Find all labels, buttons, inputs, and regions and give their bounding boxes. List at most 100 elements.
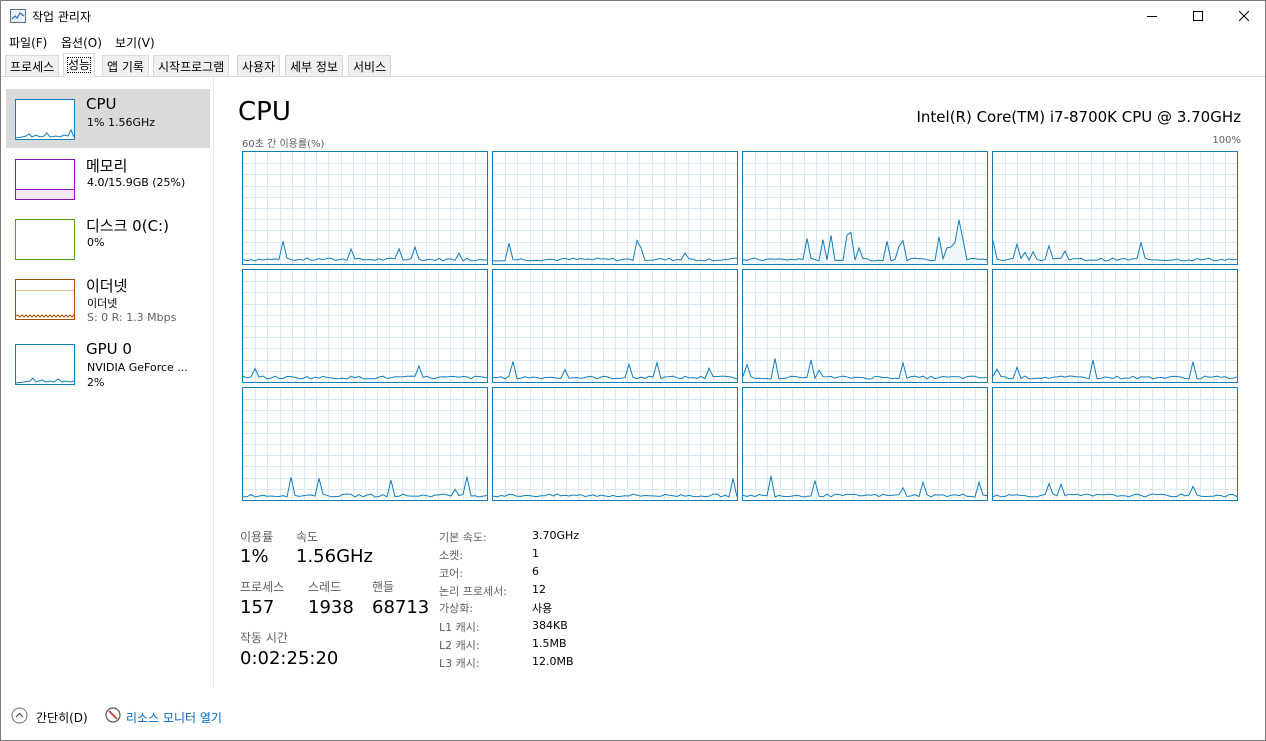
sidebar-item-gpu[interactable]: GPU 0 NVIDIA GeForce ... 2%: [6, 334, 210, 393]
logical-processor-graph: [242, 387, 488, 501]
speed-label: 속도: [296, 530, 319, 544]
gpu-mini-chart: [16, 377, 74, 384]
spec-label: 기본 속도:: [439, 531, 487, 544]
tab-app-history[interactable]: 앱 기록: [102, 55, 149, 76]
menu-options[interactable]: 옵션(O): [61, 34, 102, 51]
title-bar: 작업 관리자: [1, 1, 1265, 32]
footer-bar: 간단히(D) 리소스 모니터 열기: [1, 701, 1265, 731]
minimize-icon: [1147, 16, 1157, 17]
logical-processor-graph: [492, 151, 738, 265]
sidebar-cpu-title: CPU: [86, 95, 117, 113]
resource-monitor-icon: [105, 707, 121, 727]
processes-value: 157: [240, 597, 275, 618]
fewer-details-link[interactable]: 간단히(D): [36, 709, 88, 726]
tab-label: 성능: [66, 57, 92, 73]
minimize-button[interactable]: [1129, 1, 1175, 31]
sidebar-memory-title: 메모리: [86, 157, 128, 175]
sidebar-item-disk[interactable]: 디스크 0(C:) 0%: [6, 209, 210, 268]
graph-max-label: 100%: [1212, 135, 1241, 146]
tab-startup[interactable]: 시작프로그램: [153, 55, 230, 76]
spec-value: 6: [532, 565, 539, 578]
processes-label: 프로세스: [240, 580, 285, 594]
utilization-label: 이용률: [240, 530, 274, 544]
sidebar-item-cpu[interactable]: CPU 1% 1.56GHz: [6, 89, 210, 148]
chevron-up-icon[interactable]: [11, 707, 28, 728]
tab-label: 시작프로그램: [158, 60, 225, 74]
cpu-thumbnail-graph: [15, 99, 75, 140]
memory-thumbnail-graph: [15, 159, 75, 200]
spec-value: 사용: [532, 602, 553, 615]
processor-usage-chart: [493, 388, 737, 500]
spec-label: 소켓:: [439, 549, 463, 562]
tab-label: 앱 기록: [107, 60, 144, 74]
threads-label: 스레드: [308, 580, 342, 594]
spec-label: 가상화:: [439, 602, 474, 615]
sidebar-cpu-usage: 1% 1.56GHz: [87, 116, 156, 129]
tab-label: 프로세스: [10, 60, 55, 74]
tab-details[interactable]: 세부 정보: [285, 55, 343, 76]
processor-usage-chart: [743, 270, 987, 382]
processor-usage-chart: [743, 152, 987, 264]
menu-file[interactable]: 파일(F): [9, 34, 47, 51]
spec-value: 1: [532, 547, 539, 560]
logical-processor-graph: [992, 269, 1238, 383]
utilization-value: 1%: [240, 546, 269, 567]
processor-usage-chart: [243, 152, 487, 264]
uptime-value: 0:02:25:20: [240, 648, 339, 669]
maximize-button[interactable]: [1175, 1, 1221, 31]
spec-label: 코어:: [439, 567, 463, 580]
tab-processes[interactable]: 프로세스: [5, 55, 60, 76]
tab-users[interactable]: 사용자: [237, 55, 281, 76]
sidebar-ethernet-name: 이더넷: [87, 297, 118, 310]
spec-label: L3 캐시:: [439, 657, 480, 670]
processor-usage-chart: [993, 270, 1237, 382]
uptime-label: 작동 시간: [240, 631, 288, 645]
handles-value: 68713: [372, 597, 430, 618]
threads-value: 1938: [308, 597, 354, 618]
sidebar-ethernet-throughput: S: 0 R: 1.3 Mbps: [87, 311, 177, 324]
logical-processor-graph: [992, 151, 1238, 265]
logical-processor-graph: [242, 151, 488, 265]
processor-usage-chart: [493, 152, 737, 264]
close-button[interactable]: [1221, 1, 1266, 31]
spec-label: L2 캐시:: [439, 639, 480, 652]
ethernet-mini-chart: [16, 290, 74, 318]
page-title: CPU: [238, 97, 291, 127]
speed-value: 1.56GHz: [296, 546, 374, 567]
processor-usage-chart: [743, 388, 987, 500]
ethernet-thumbnail-graph: [15, 279, 75, 320]
sidebar-memory-usage: 4.0/15.9GB (25%): [87, 176, 186, 189]
tab-services[interactable]: 서비스: [348, 55, 392, 76]
spec-label: L1 캐시:: [439, 621, 480, 634]
menu-view[interactable]: 보기(V): [115, 34, 155, 51]
logical-processor-graph: [742, 387, 988, 501]
spec-value: 12: [532, 583, 546, 596]
open-resource-monitor-link[interactable]: 리소스 모니터 열기: [126, 709, 222, 726]
sidebar-item-ethernet[interactable]: 이더넷 이더넷 S: 0 R: 1.3 Mbps: [6, 269, 210, 328]
sidebar-disk-title: 디스크 0(C:): [86, 217, 169, 235]
spec-label: 논리 프로세서:: [439, 585, 507, 598]
task-manager-icon: [10, 9, 26, 23]
graph-caption: 60초 간 이용률(%): [242, 139, 325, 150]
processor-usage-chart: [993, 152, 1237, 264]
window-title: 작업 관리자: [32, 10, 92, 24]
tab-label: 서비스: [353, 60, 387, 74]
processor-usage-chart: [243, 270, 487, 382]
cpu-model-name: Intel(R) Core(TM) i7-8700K CPU @ 3.70GHz: [916, 108, 1241, 126]
sidebar-item-memory[interactable]: 메모리 4.0/15.9GB (25%): [6, 149, 210, 208]
sidebar-ethernet-title: 이더넷: [86, 277, 128, 295]
logical-processor-graph: [242, 269, 488, 383]
handles-label: 핸들: [372, 580, 395, 594]
maximize-icon: [1193, 11, 1203, 21]
tab-label: 사용자: [242, 60, 276, 74]
tab-performance[interactable]: 성능: [63, 53, 96, 77]
spec-value: 12.0MB: [532, 655, 574, 668]
resource-sidebar: CPU 1% 1.56GHz 메모리 4.0/15.9GB (25%) 디스크 …: [1, 78, 214, 688]
sidebar-gpu-title: GPU 0: [86, 340, 132, 358]
sidebar-disk-usage: 0%: [87, 236, 105, 249]
sidebar-gpu-name: NVIDIA GeForce ...: [87, 361, 188, 374]
cpu-detail-panel: CPU Intel(R) Core(TM) i7-8700K CPU @ 3.7…: [215, 78, 1265, 688]
processor-usage-chart: [493, 270, 737, 382]
spec-value: 1.5MB: [532, 637, 567, 650]
logical-processor-graph: [492, 387, 738, 501]
